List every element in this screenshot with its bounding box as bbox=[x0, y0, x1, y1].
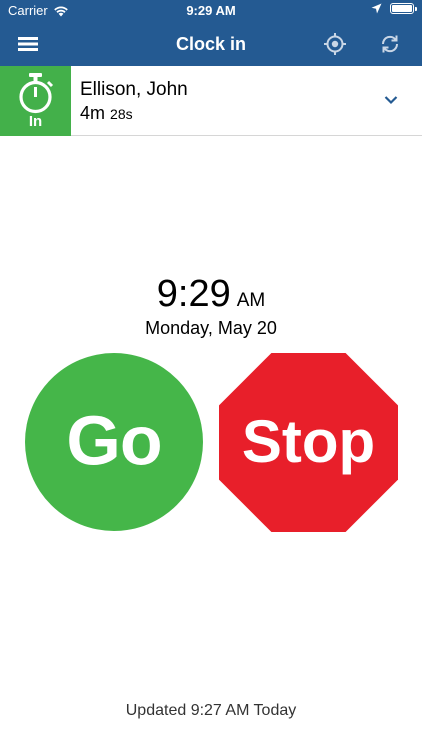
elapsed-seconds: 28s bbox=[110, 106, 133, 122]
clock-time-row: 9:29 AM bbox=[0, 272, 422, 316]
sync-button[interactable] bbox=[375, 30, 405, 58]
nav-bar: Clock in bbox=[0, 22, 422, 66]
clock-status-tile: In bbox=[0, 66, 71, 136]
user-row[interactable]: In Ellison, John 4m 28s bbox=[0, 66, 422, 136]
sync-icon bbox=[381, 35, 399, 53]
user-name: Ellison, John bbox=[80, 79, 188, 100]
clock-status-label: In bbox=[28, 113, 43, 130]
battery-icon bbox=[390, 3, 417, 14]
page-title: Clock in bbox=[175, 34, 246, 54]
status-bar: Carrier 9:29 AM bbox=[0, 0, 422, 22]
stop-button-label: Stop bbox=[241, 407, 376, 475]
current-clock: 9:29 AM Monday, May 20 bbox=[0, 272, 422, 340]
app-header: Carrier 9:29 AM Clock in bbox=[0, 0, 422, 66]
go-button-label: Go bbox=[66, 401, 162, 480]
elapsed-minutes: 4m bbox=[80, 103, 106, 123]
status-time: 9:29 AM bbox=[186, 3, 236, 18]
last-updated: Updated 9:27 AM Today bbox=[125, 702, 297, 719]
elapsed-time: 4m 28s bbox=[80, 103, 133, 124]
clock-time: 9:29 bbox=[156, 273, 231, 315]
locate-icon bbox=[324, 33, 346, 55]
go-button[interactable]: Go bbox=[25, 353, 203, 531]
clock-ampm: AM bbox=[236, 290, 266, 311]
locate-button[interactable] bbox=[320, 30, 350, 58]
status-right bbox=[371, 3, 417, 14]
location-arrow-icon bbox=[371, 3, 382, 14]
stop-button[interactable]: Stop bbox=[219, 353, 398, 532]
chevron-down-icon bbox=[384, 96, 398, 105]
expand-button[interactable] bbox=[380, 90, 402, 110]
clock-date: Monday, May 20 bbox=[145, 318, 277, 338]
